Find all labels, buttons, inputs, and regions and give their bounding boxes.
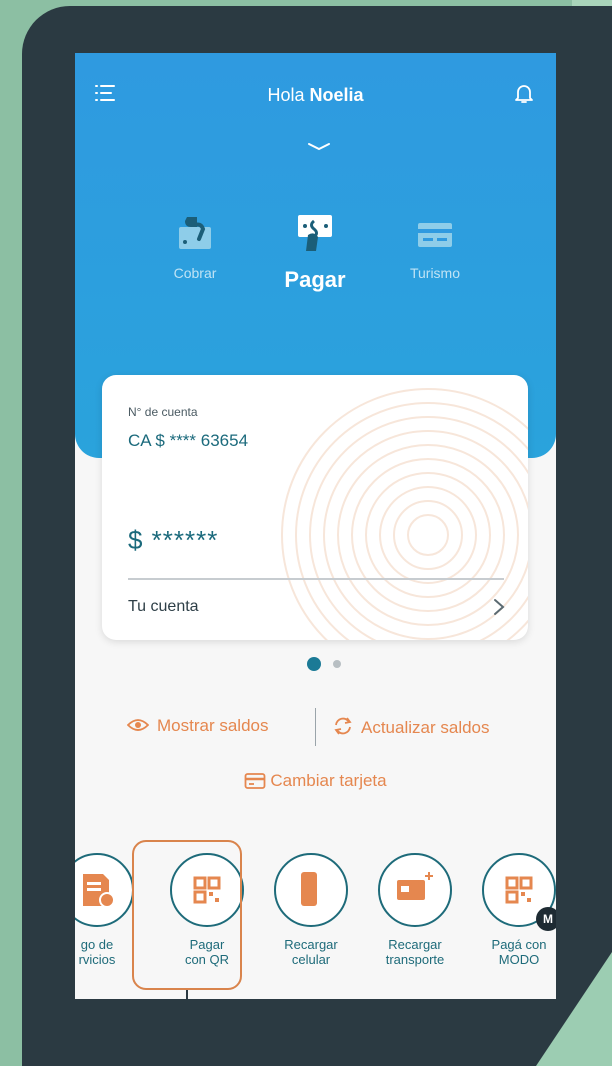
fingerprint-pattern <box>281 388 528 640</box>
quick-action-modo[interactable]: M Pagá con MODO <box>464 853 556 967</box>
quick-action-circle <box>75 853 134 927</box>
transport-card-icon <box>397 872 433 900</box>
balance-actions: Mostrar saldos Actualizar saldos <box>75 708 556 748</box>
change-card-label: Cambiar tarjeta <box>270 771 387 790</box>
card-icon <box>418 223 452 247</box>
quick-action-label: Recargar transporte <box>385 937 445 967</box>
quick-action-circle <box>378 853 452 927</box>
update-balance-button[interactable]: Actualizar saldos <box>333 716 490 738</box>
pagination-dot-active[interactable] <box>307 657 321 671</box>
phone-plus-icon <box>301 872 327 906</box>
greeting: Hola Noelia <box>75 85 556 106</box>
tab-label: Cobrar <box>173 265 217 281</box>
bell-icon[interactable] <box>512 81 536 105</box>
eye-icon <box>126 719 150 731</box>
chevron-right-icon[interactable] <box>492 597 506 617</box>
quick-action-circle: M <box>482 853 556 931</box>
hand-money-icon <box>179 217 211 249</box>
change-card-button[interactable]: Cambiar tarjeta <box>75 771 556 791</box>
pagination-dot[interactable] <box>333 660 341 668</box>
qr-modo-icon <box>505 876 533 904</box>
quick-action-circle <box>274 853 348 927</box>
quick-action-transport[interactable]: Recargar transporte <box>360 853 470 967</box>
bill-icon <box>83 874 115 908</box>
highlight-box <box>132 840 242 990</box>
tab-label: Pagar <box>284 267 346 292</box>
card-footer-label: Tu cuenta <box>128 598 199 615</box>
refresh-icon <box>334 717 352 735</box>
chevron-down-icon[interactable] <box>307 139 331 155</box>
account-card[interactable]: N° de cuenta CA $ **** 63654 $ ****** Tu… <box>102 375 528 640</box>
card-divider <box>128 578 504 580</box>
greeting-prefix: Hola <box>267 85 305 105</box>
mode-tabs: Cobrar Pagar Turismo <box>135 211 495 311</box>
actions-divider <box>315 708 316 746</box>
account-number: CA $ **** 63654 <box>128 431 249 450</box>
tab-cobrar[interactable]: Cobrar <box>135 211 255 281</box>
show-balance-label: Mostrar saldos <box>157 716 269 735</box>
quick-action-phone[interactable]: Recargar celular <box>256 853 366 967</box>
pay-hand-icon <box>298 215 332 251</box>
quick-action-label: Recargar celular <box>284 937 338 967</box>
user-name: Noelia <box>309 85 364 105</box>
account-label: N° de cuenta <box>128 405 198 419</box>
tab-turismo[interactable]: Turismo <box>375 211 495 281</box>
quick-action-label: Pagá con MODO <box>491 937 547 967</box>
tab-label: Turismo <box>409 265 461 281</box>
update-balance-label: Actualizar saldos <box>361 718 490 737</box>
credit-card-icon <box>244 773 266 789</box>
tab-pagar[interactable]: Pagar <box>255 211 375 293</box>
show-balance-button[interactable]: Mostrar saldos <box>126 716 269 736</box>
pointer-line <box>186 990 188 1055</box>
modo-badge: M <box>536 907 556 931</box>
pagination-dots <box>307 657 347 671</box>
balance-amount: $ ****** <box>128 525 219 555</box>
